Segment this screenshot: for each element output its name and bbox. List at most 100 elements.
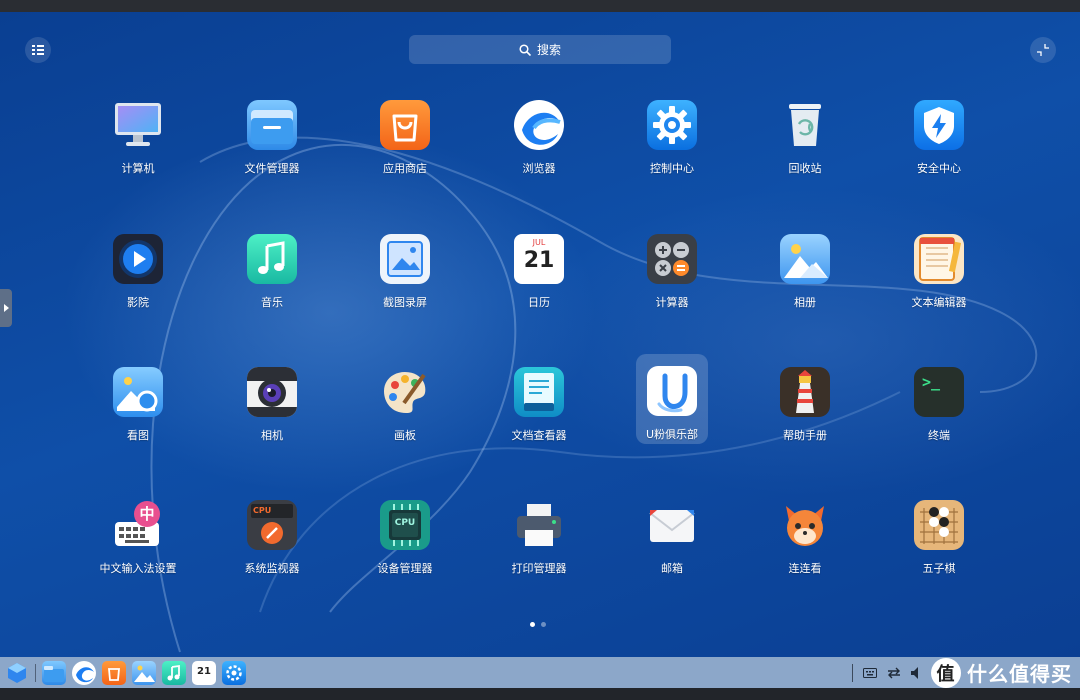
app-label: 邮箱 [661, 562, 683, 575]
app-tile-drawing[interactable]: 画板 [370, 357, 440, 445]
app-label: 文档查看器 [511, 429, 567, 442]
photos-icon[interactable] [132, 660, 156, 685]
fox-icon [780, 500, 830, 550]
top-bar [0, 0, 1080, 12]
app-tile-print-manager[interactable]: 打印管理器 [504, 490, 574, 578]
app-tile-text-editor[interactable]: 文本编辑器 [904, 224, 974, 312]
keyboard-icon: 中 [113, 500, 163, 550]
app-tile-music[interactable]: 音乐 [237, 224, 307, 312]
app-label: 系统监视器 [244, 562, 300, 575]
system-tray: 值 什么值得买 [852, 657, 1080, 688]
app-tile-control-center[interactable]: 控制中心 [637, 90, 707, 178]
app-label: 控制中心 [650, 162, 694, 175]
side-panel-handle[interactable] [0, 289, 12, 327]
trash-icon [780, 100, 830, 150]
app-store-icon[interactable] [102, 660, 126, 685]
app-tile-document-viewer[interactable]: 文档查看器 [504, 357, 574, 445]
app-tile-input-method-settings[interactable]: 中 中文输入法设置 [100, 490, 177, 578]
tray-divider [852, 663, 853, 682]
app-tile-calendar[interactable]: JUL 21 日历 [504, 224, 574, 312]
app-tile-help-manual[interactable]: 帮助手册 [770, 357, 840, 445]
app-store-icon [380, 100, 430, 150]
arrow-right-icon [4, 304, 9, 312]
collapse-icon [1037, 44, 1049, 56]
watermark-text: 什么值得买 [967, 662, 1072, 686]
computer-icon [113, 100, 163, 150]
app-tile-system-monitor[interactable]: CPU 系统监视器 [237, 490, 307, 578]
watermark-logo: 值 [931, 657, 961, 688]
list-icon [32, 45, 44, 55]
app-tile-calculator[interactable]: 计算器 [637, 224, 707, 312]
switch-arrows-icon[interactable] [887, 667, 901, 679]
app-label: 相册 [794, 296, 816, 309]
chip-icon: CPU [380, 500, 430, 550]
taskbar-divider [35, 663, 36, 682]
calendar-day: 21 [523, 248, 555, 273]
screenshot-icon [380, 234, 430, 284]
search-input[interactable]: 搜索 [409, 35, 671, 64]
app-label: 回收站 [788, 162, 822, 175]
launcher-icon[interactable] [5, 661, 29, 685]
folder-icon[interactable] [42, 660, 66, 685]
taskbar-calendar-day: 21 [197, 665, 211, 677]
exit-fullscreen-button[interactable] [1030, 37, 1056, 63]
terminal-icon: >_ [914, 367, 964, 417]
app-label: U粉俱乐部 [645, 428, 699, 441]
play-icon [113, 234, 163, 284]
app-tile-device-manager[interactable]: CPU 设备管理器 [370, 490, 440, 578]
gomoku-icon [914, 500, 964, 550]
calendar-month: JUL [532, 238, 546, 247]
app-label: 计算机 [121, 162, 155, 175]
app-tile-photos[interactable]: 相册 [770, 224, 840, 312]
notepad-icon [914, 234, 964, 284]
volume-icon[interactable] [911, 666, 921, 679]
app-tile-camera[interactable]: 相机 [237, 357, 307, 445]
app-label: 看图 [127, 429, 149, 442]
gear-icon [647, 100, 697, 150]
app-label: 连连看 [788, 562, 822, 575]
search-icon [519, 43, 531, 56]
calculator-icon [647, 234, 697, 284]
app-tile-u-club[interactable]: U粉俱乐部 [636, 354, 708, 444]
app-tile-computer[interactable]: 计算机 [103, 90, 173, 178]
app-tile-trash[interactable]: 回收站 [770, 90, 840, 178]
browser-icon[interactable] [72, 660, 96, 685]
app-tile-movie[interactable]: 影院 [103, 224, 173, 312]
app-tile-app-store[interactable]: 应用商店 [370, 90, 440, 178]
search-placeholder: 搜索 [536, 43, 561, 57]
app-tile-link-game[interactable]: 连连看 [770, 490, 840, 578]
app-tile-terminal[interactable]: >_ 终端 [904, 357, 974, 445]
app-label: 音乐 [261, 296, 283, 309]
monitor-icon: CPU [247, 500, 297, 550]
gear-icon[interactable] [222, 660, 246, 685]
app-label: 画板 [394, 429, 416, 442]
app-label: 相机 [261, 429, 283, 442]
toggle-view-button[interactable] [25, 37, 51, 63]
lighthouse-icon [780, 367, 830, 417]
page-dot-1[interactable] [530, 622, 535, 627]
app-tile-security-center[interactable]: 安全中心 [904, 90, 974, 178]
bottom-bar [0, 688, 1080, 700]
app-label: 计算器 [655, 296, 689, 309]
keyboard-tray-icon[interactable] [863, 667, 877, 678]
browser-icon [514, 100, 564, 150]
app-label: 文本编辑器 [911, 296, 967, 309]
cpu-label: CPU [394, 518, 416, 528]
music-icon[interactable] [162, 660, 186, 685]
calendar-icon[interactable]: 21 [192, 660, 216, 685]
app-tile-image-viewer[interactable]: 看图 [103, 357, 173, 445]
app-tile-mail[interactable]: 邮箱 [637, 490, 707, 578]
folder-icon [247, 100, 297, 150]
app-tile-screenshot[interactable]: 截图录屏 [370, 224, 440, 312]
page-dot-2[interactable] [541, 622, 546, 627]
app-tile-browser[interactable]: 浏览器 [504, 90, 574, 178]
palette-icon [380, 367, 430, 417]
app-tile-gomoku[interactable]: 五子棋 [904, 490, 974, 578]
app-label: 五子棋 [922, 562, 956, 575]
page-indicator [530, 622, 546, 627]
image-viewer-icon [113, 367, 163, 417]
app-label: 设备管理器 [377, 562, 433, 575]
app-label: 中文输入法设置 [99, 562, 177, 575]
app-label: 日历 [528, 296, 550, 309]
app-tile-file-manager[interactable]: 文件管理器 [237, 90, 307, 178]
